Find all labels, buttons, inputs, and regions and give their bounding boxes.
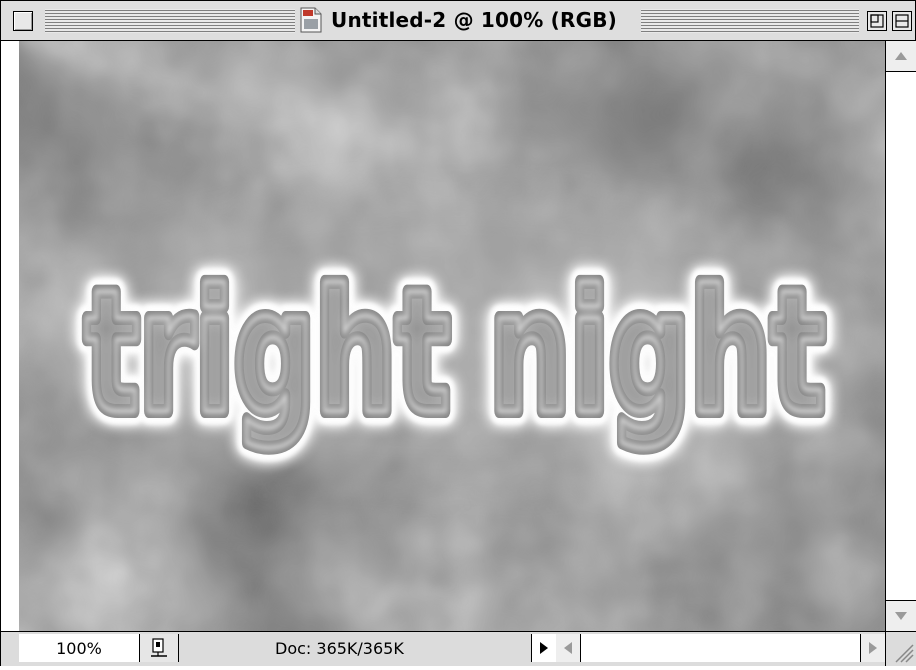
resize-grip-icon[interactable]	[885, 632, 916, 666]
window-left-edge	[1, 41, 20, 631]
title-bar-stripes-left	[45, 9, 295, 33]
vertical-scrollbar[interactable]	[885, 41, 916, 631]
close-box-icon[interactable]	[13, 11, 33, 31]
glow-text-artwork: tright night tright night tright night	[19, 41, 885, 631]
document-icon	[299, 7, 323, 33]
arrow-up-icon[interactable]	[886, 41, 916, 72]
collapse-box-icon[interactable]	[892, 11, 912, 31]
arrow-down-icon[interactable]	[886, 600, 916, 631]
window-title: Untitled-2 @ 100% (RGB)	[331, 8, 618, 32]
arrow-right-icon[interactable]	[860, 634, 885, 662]
triangle-right-icon[interactable]	[531, 634, 557, 662]
horizontal-scrollbar[interactable]	[556, 634, 885, 662]
image-canvas[interactable]: tright night tright night tright night	[19, 41, 885, 631]
artwork-text-inner-glow: tright night	[85, 254, 825, 452]
status-bar: 100% Doc: 365K/365K	[1, 631, 916, 666]
window-title-group: Untitled-2 @ 100% (RGB)	[299, 5, 637, 35]
zoom-level-field[interactable]: 100%	[19, 634, 140, 662]
title-bar-stripes-right	[641, 9, 859, 33]
page-preview-icon[interactable]	[140, 634, 179, 662]
document-window: Untitled-2 @ 100% (RGB) tright night tri…	[0, 0, 916, 666]
title-bar[interactable]: Untitled-2 @ 100% (RGB)	[1, 1, 915, 41]
doc-size-info: Doc: 365K/365K	[179, 634, 531, 662]
zoom-box-icon[interactable]	[867, 11, 887, 31]
arrow-left-icon[interactable]	[556, 634, 581, 662]
